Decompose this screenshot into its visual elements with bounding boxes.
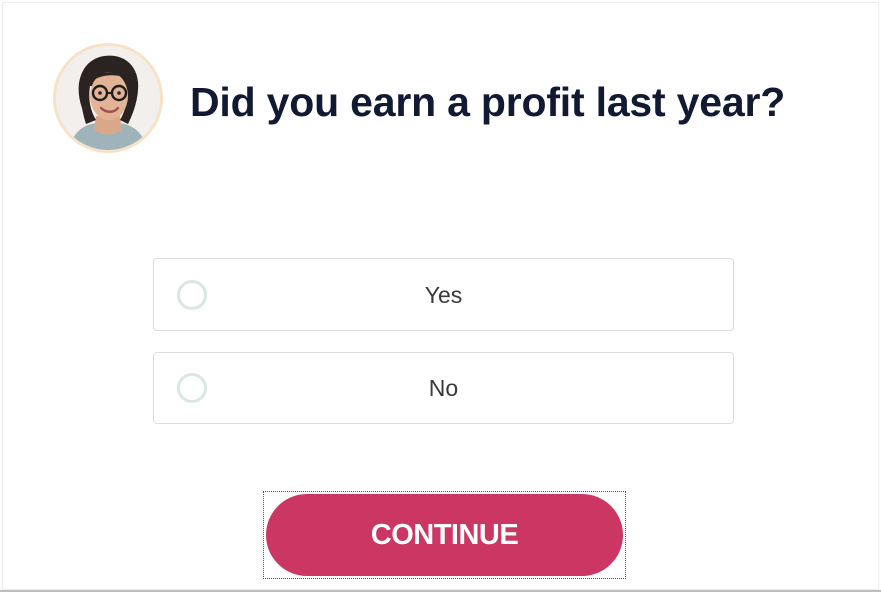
option-no[interactable]: No — [153, 352, 734, 424]
option-no-label: No — [428, 375, 459, 401]
person-avatar-icon — [53, 43, 163, 153]
option-yes[interactable]: Yes — [153, 258, 734, 331]
question-title: Did you earn a profit last year? — [190, 79, 786, 125]
option-yes-label: Yes — [424, 281, 463, 308]
continue-button[interactable]: CONTINUE — [266, 494, 623, 576]
bottom-divider — [0, 590, 881, 592]
